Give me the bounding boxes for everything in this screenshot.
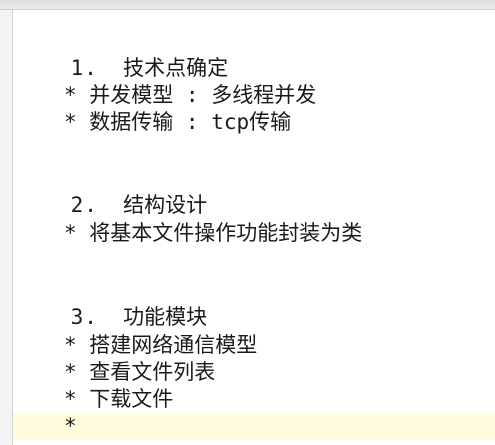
section-3-title: 功能模块 bbox=[123, 305, 208, 329]
section-2-heading: 2. 结构设计 bbox=[20, 166, 208, 217]
line-gutter bbox=[0, 10, 13, 445]
section-3-item-1: * 搭建网络通信模型 bbox=[64, 333, 258, 357]
editor-top-bar bbox=[0, 0, 495, 10]
section-2-title: 结构设计 bbox=[123, 193, 208, 217]
section-1-item-1: * 并发模型 : 多线程并发 bbox=[64, 83, 317, 107]
section-1-title: 技术点确定 bbox=[123, 56, 229, 80]
section-1-number: 1. bbox=[70, 56, 98, 80]
section-3-heading: 3. 功能模块 bbox=[20, 278, 208, 329]
section-2-item-1: * 将基本文件操作功能封装为类 bbox=[64, 221, 363, 245]
section-1-item-2: * 数据传输 : tcp传输 bbox=[64, 110, 292, 134]
section-3-item-4: * bbox=[64, 414, 77, 438]
section-3-item-3: * 下载文件 bbox=[64, 387, 174, 411]
section-3-item-2: * 查看文件列表 bbox=[64, 360, 216, 384]
text-editor[interactable]: 1. 技术点确定 * 并发模型 : 多线程并发 * 数据传输 : tcp传输 2… bbox=[20, 10, 490, 445]
section-3-number: 3. bbox=[70, 305, 98, 329]
section-2-number: 2. bbox=[70, 193, 98, 217]
section-1-heading: 1. 技术点确定 bbox=[20, 29, 229, 80]
